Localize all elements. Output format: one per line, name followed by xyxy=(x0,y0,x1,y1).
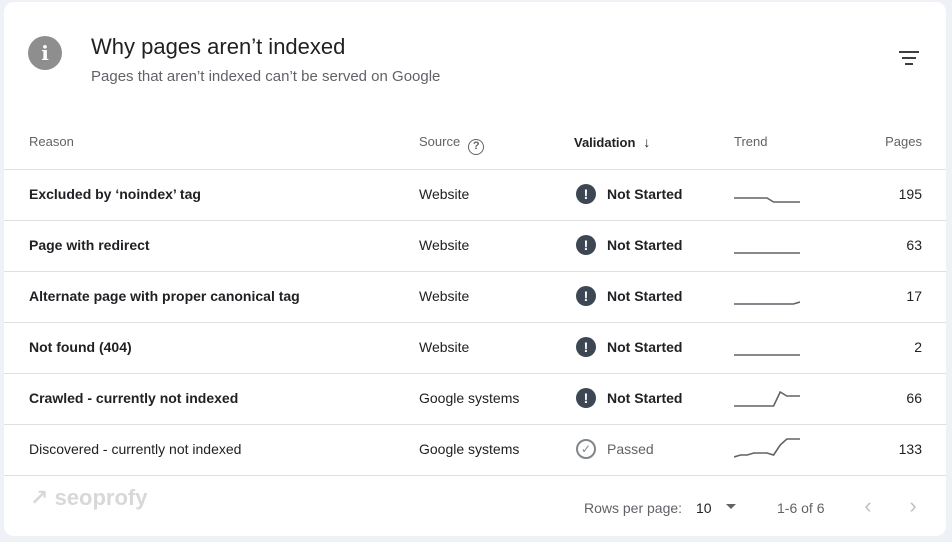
table-row[interactable]: Discovered - currently not indexed Google… xyxy=(4,425,946,476)
trend-sparkline xyxy=(734,438,800,458)
watermark-text: seoprofy xyxy=(54,485,148,510)
help-icon[interactable]: ? xyxy=(468,139,485,155)
table-row[interactable]: Page with redirect Website! Not Started 63 xyxy=(4,221,946,272)
row-validation-status: Passed xyxy=(607,441,654,457)
card-header: i Why pages aren’t indexed Pages that ar… xyxy=(4,2,946,112)
row-validation-status: Not Started xyxy=(607,237,683,253)
indexing-report-card: i Why pages aren’t indexed Pages that ar… xyxy=(4,2,946,536)
filter-icon[interactable] xyxy=(896,48,922,68)
exclamation-icon: ! xyxy=(576,184,596,204)
trend-sparkline xyxy=(734,301,800,305)
row-reason: Not found (404) xyxy=(29,339,132,355)
trend-line xyxy=(734,390,800,407)
table-header: Reason Source? Validation ↓ Trend Pages xyxy=(4,120,946,170)
row-reason: Page with redirect xyxy=(29,237,150,253)
row-pages: 63 xyxy=(906,237,922,253)
info-icon: i xyxy=(28,36,62,70)
row-reason: Discovered - currently not indexed xyxy=(29,441,242,457)
row-validation-status: Not Started xyxy=(607,288,683,304)
seoprofy-watermark: ↗ seoprofy xyxy=(30,485,147,511)
table-row[interactable]: Alternate page with proper canonical tag… xyxy=(4,272,946,323)
column-reason[interactable]: Reason xyxy=(29,134,74,149)
row-pages: 17 xyxy=(906,288,922,304)
arrow-up-right-icon: ↗ xyxy=(30,485,49,510)
exclamation-icon: ! xyxy=(576,337,596,357)
column-trend[interactable]: Trend xyxy=(734,134,767,149)
table-row[interactable]: Crawled - currently not indexed Google sy… xyxy=(4,374,946,425)
row-reason: Alternate page with proper canonical tag xyxy=(29,288,300,304)
column-validation-label: Validation xyxy=(574,135,636,150)
row-source: Website xyxy=(419,288,470,304)
chevron-right-icon[interactable]: › xyxy=(901,493,925,523)
rows-per-page-select[interactable]: 10 xyxy=(696,500,712,516)
row-validation-status: Not Started xyxy=(607,186,683,202)
trend-sparkline xyxy=(734,252,800,254)
column-validation[interactable]: Validation ↓ xyxy=(574,134,650,150)
trend-line xyxy=(734,197,800,203)
trend-sparkline xyxy=(734,354,800,356)
row-validation-status: Not Started xyxy=(607,339,683,355)
row-pages: 133 xyxy=(898,441,922,457)
arrow-down-icon: ↓ xyxy=(643,134,651,150)
row-pages: 66 xyxy=(906,390,922,406)
column-pages[interactable]: Pages xyxy=(885,134,922,149)
row-source: Website xyxy=(419,339,470,355)
row-validation-status: Not Started xyxy=(607,390,683,406)
row-source: Website xyxy=(419,237,470,253)
trend-sparkline xyxy=(734,197,800,203)
exclamation-icon: ! xyxy=(576,286,596,306)
row-source: Google systems xyxy=(419,390,520,406)
page-title: Why pages aren’t indexed xyxy=(91,34,346,59)
row-source: Google systems xyxy=(419,441,520,457)
row-source: Website xyxy=(419,186,470,202)
row-reason: Excluded by ‘noindex’ tag xyxy=(29,186,201,202)
trend-line xyxy=(734,301,800,305)
trend-sparkline xyxy=(734,390,800,407)
exclamation-icon: ! xyxy=(576,388,596,408)
page-subtitle: Pages that aren’t indexed can’t be serve… xyxy=(91,68,441,85)
row-pages: 195 xyxy=(898,186,922,202)
table-row[interactable]: Not found (404) Website! Not Started 2 xyxy=(4,323,946,374)
check-circle-icon: ✓ xyxy=(576,439,596,459)
table-footer: ↗ seoprofy Rows per page: 10 1-6 of 6 ‹ … xyxy=(4,480,946,536)
row-pages: 2 xyxy=(914,339,922,355)
rows-per-page-label: Rows per page: xyxy=(584,500,683,516)
table-row[interactable]: Excluded by ‘noindex’ tag Website! Not Sta… xyxy=(4,170,946,221)
row-reason: Crawled - currently not indexed xyxy=(29,390,239,406)
exclamation-icon: ! xyxy=(576,235,596,255)
chevron-down-icon[interactable] xyxy=(726,504,736,509)
trend-line xyxy=(734,438,800,458)
chevron-left-icon[interactable]: ‹ xyxy=(856,493,880,523)
column-source-label: Source xyxy=(419,134,461,149)
column-source[interactable]: Source? xyxy=(419,134,485,155)
pagination-range: 1-6 of 6 xyxy=(777,500,825,516)
